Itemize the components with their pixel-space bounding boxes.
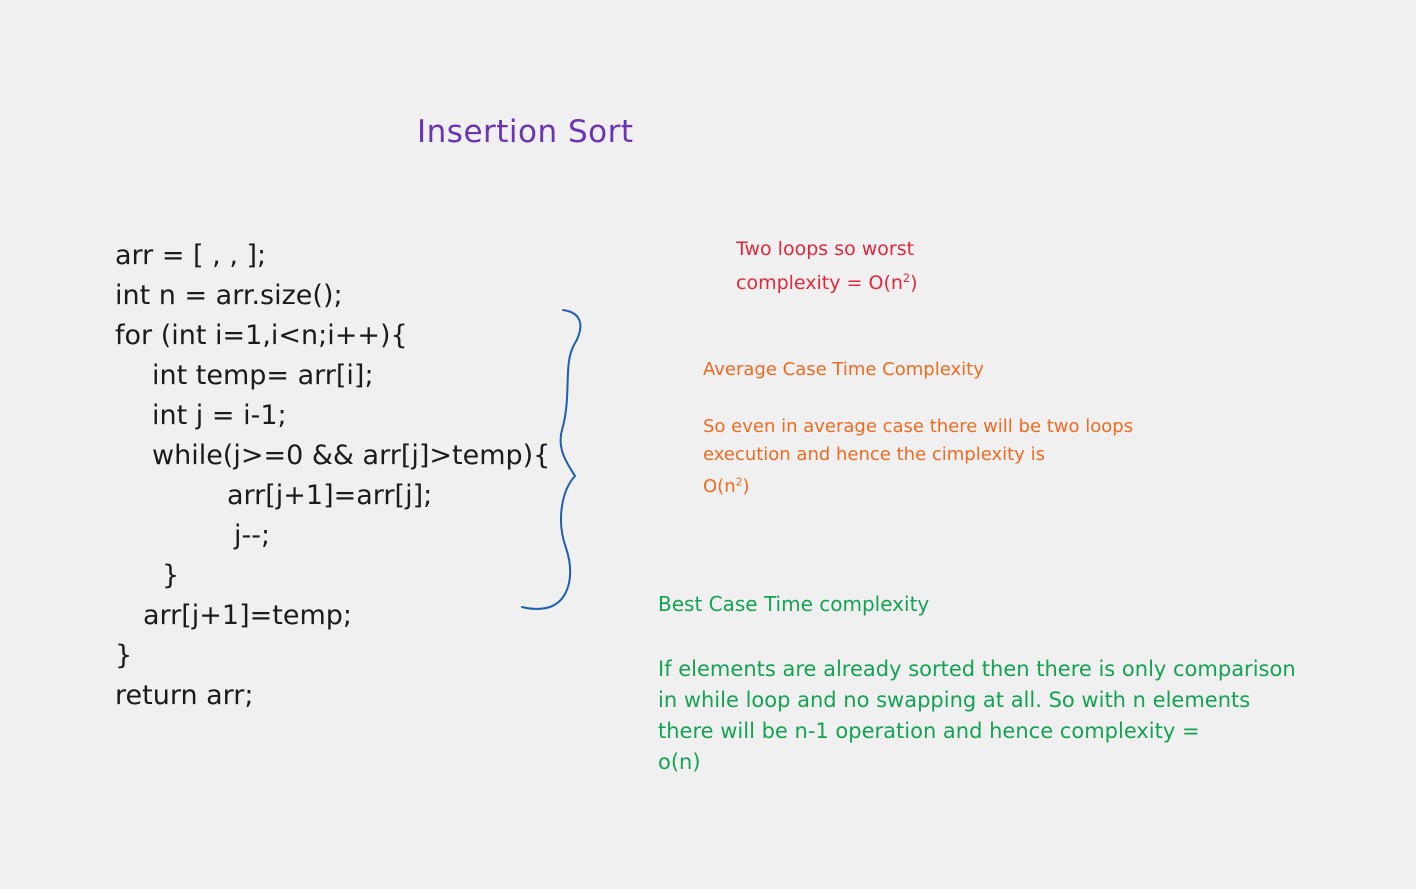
best-case-line-1: If elements are already sorted then ther…: [658, 657, 1296, 681]
worst-case-line-1: Two loops so worst: [736, 238, 915, 260]
best-case-line-2: in while loop and no swapping at all. So…: [658, 688, 1251, 712]
average-case-heading: Average Case Time Complexity: [703, 359, 984, 380]
average-case-line-2: execution and hence the cimplexity is: [703, 444, 1045, 465]
average-case-body: So even in average case there will be tw…: [703, 413, 1133, 501]
best-case-line-4: o(n): [658, 750, 701, 774]
best-case-line-3: there will be n-1 operation and hence co…: [658, 719, 1200, 743]
average-case-line-1: So even in average case there will be tw…: [703, 416, 1134, 437]
best-case-body: If elements are already sorted then ther…: [658, 654, 1296, 778]
average-case-line-3: O(n2): [703, 476, 750, 498]
best-case-heading: Best Case Time complexity: [658, 592, 930, 616]
worst-case-note: Two loops so worst complexity = O(n2): [736, 235, 918, 298]
worst-case-line-2: complexity = O(n2): [736, 271, 918, 294]
